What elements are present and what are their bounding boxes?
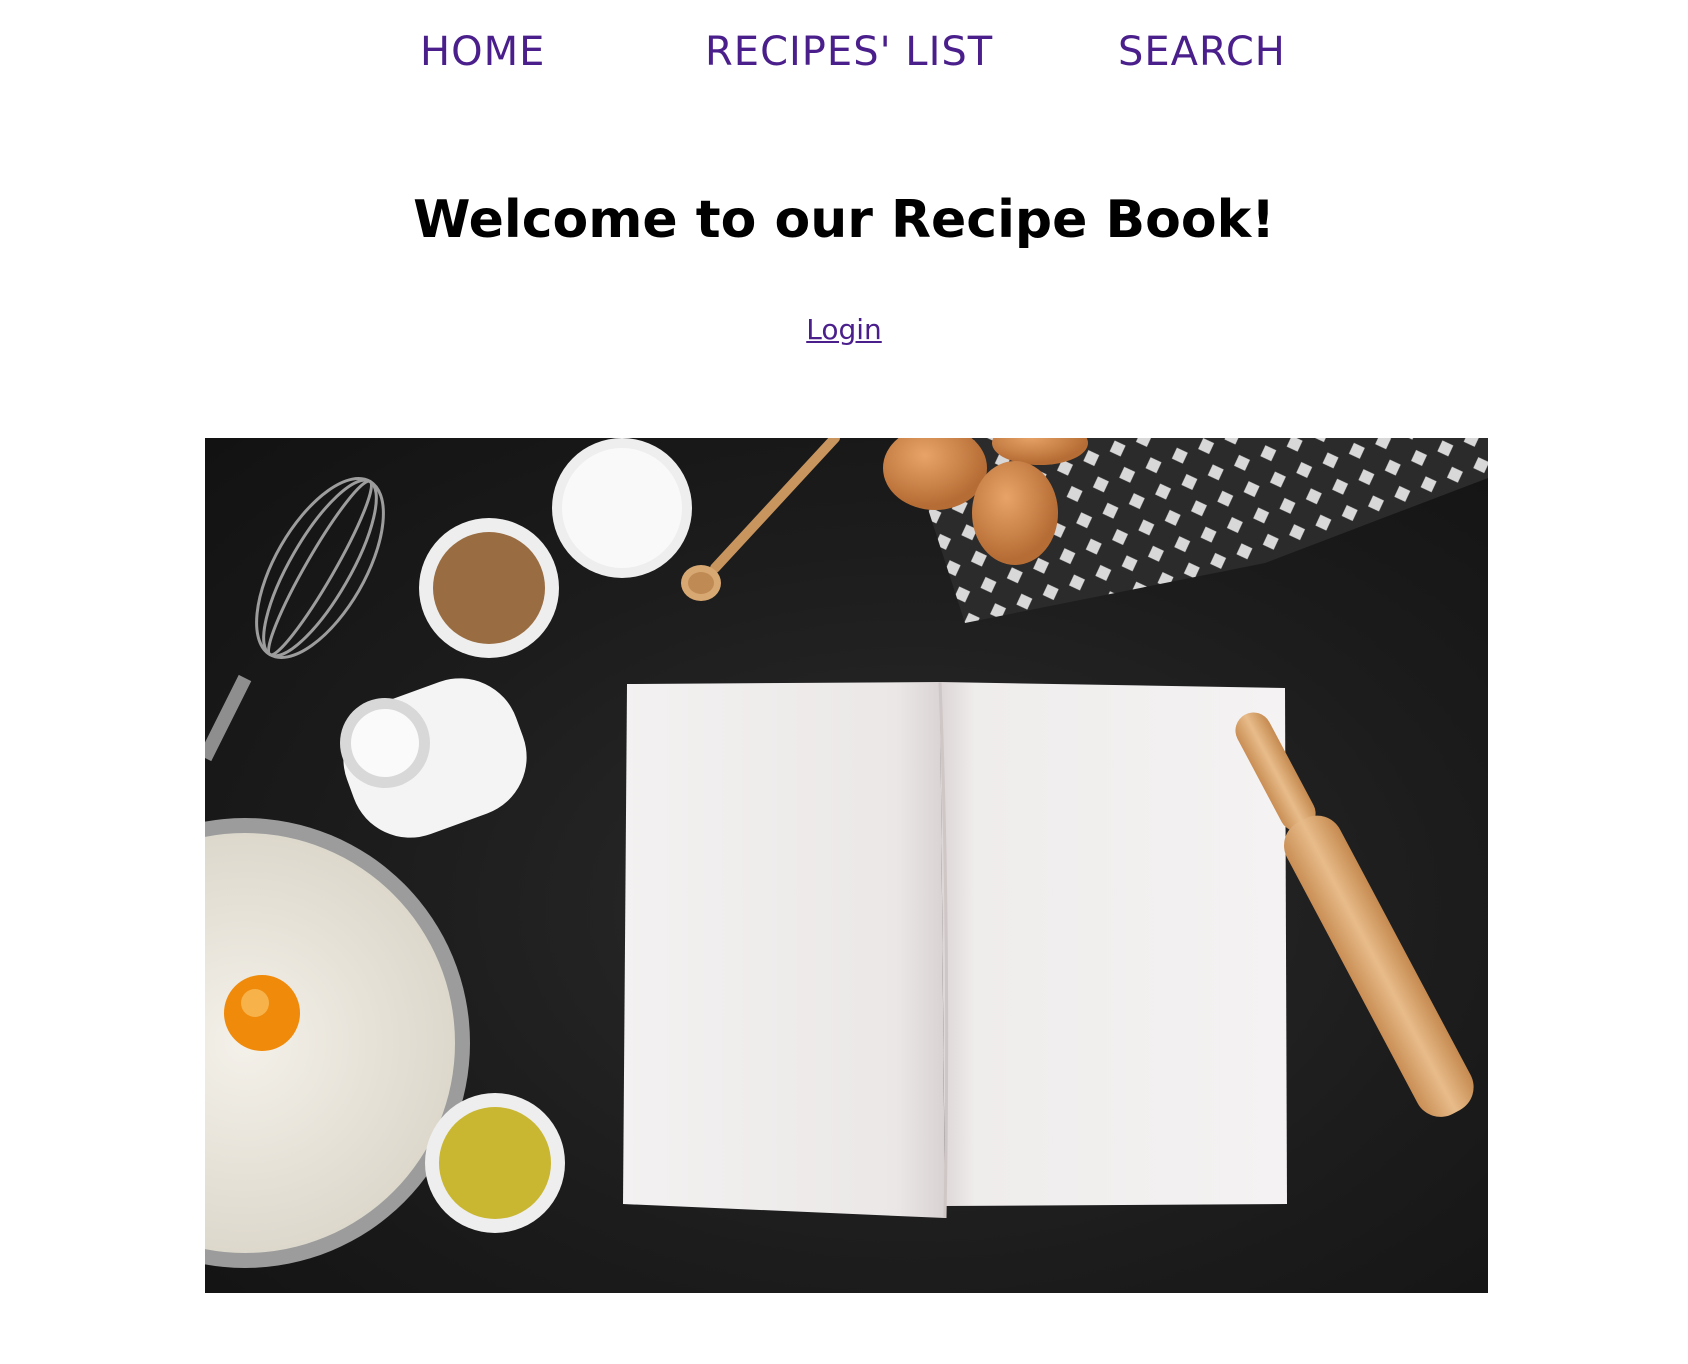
milk-bottle [340,678,527,838]
top-nav: HOME RECIPES' LIST SEARCH [0,22,1688,82]
salt-bowl [552,438,692,578]
wooden-spoon [681,438,840,601]
login-container: Login [0,312,1688,348]
open-book [623,681,1287,1219]
nav-search-link[interactable]: SEARCH [1118,22,1286,82]
flour-bowl [205,818,470,1268]
nav-home-link[interactable]: HOME [420,22,545,82]
page: HOME RECIPES' LIST SEARCH Welcome to our… [0,0,1688,1364]
oil-bowl [425,1093,565,1233]
brown-sugar-bowl [419,518,559,658]
hero-image [205,438,1488,1293]
login-link[interactable]: Login [806,313,882,346]
nav-recipes-list-link[interactable]: RECIPES' LIST [705,22,993,82]
page-title: Welcome to our Recipe Book! [413,190,1275,250]
hero-illustration [205,438,1488,1268]
